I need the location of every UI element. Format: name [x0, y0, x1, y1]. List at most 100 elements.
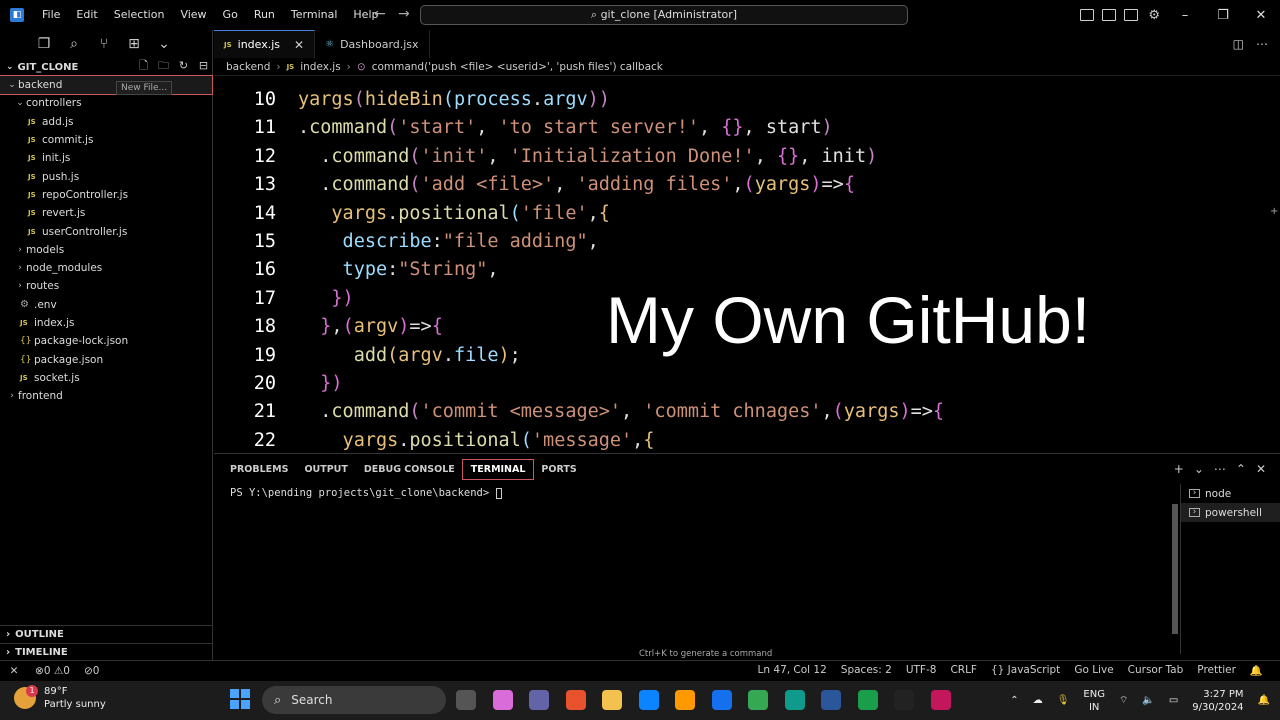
terminal-instance[interactable]: › node	[1181, 484, 1280, 503]
tree-item[interactable]: JS add.js	[0, 113, 212, 131]
close-window-button[interactable]: ✕	[1242, 8, 1280, 23]
tree-item[interactable]: ⚙ .env	[0, 296, 212, 314]
split-editor-icon[interactable]: ◫	[1233, 37, 1244, 51]
outline-section[interactable]: › OUTLINE	[0, 625, 213, 643]
taskbar-search[interactable]: ⌕ Search	[262, 686, 446, 714]
status-item[interactable]: Cursor Tab	[1121, 664, 1191, 677]
breadcrumb-item[interactable]: backend	[226, 61, 270, 73]
taskbar-app-icon[interactable]	[602, 690, 622, 710]
code-line[interactable]: 14 yargs.positional('file',{	[214, 200, 1280, 229]
taskbar-app-icon[interactable]	[857, 690, 878, 710]
tree-item[interactable]: {} package-lock.json	[0, 332, 212, 350]
code-line[interactable]: 13 .command('add <file>', 'adding files'…	[214, 171, 1280, 200]
taskbar-app-icon[interactable]	[821, 690, 841, 710]
search-icon[interactable]: ⌕	[66, 36, 82, 52]
terminal-instance[interactable]: › powershell	[1181, 503, 1280, 522]
panel-tab-debug-console[interactable]: DEBUG CONSOLE	[356, 460, 463, 479]
maximize-button[interactable]: ❐	[1204, 8, 1242, 23]
explorer-icon[interactable]: ❐	[36, 36, 52, 52]
more-actions-icon[interactable]: ⋯	[1256, 37, 1268, 51]
tree-item[interactable]: JS init.js	[0, 149, 212, 167]
source-control-icon[interactable]: ⑂	[96, 36, 112, 52]
problems-status[interactable]: ⊗0 ⚠0	[28, 665, 77, 677]
code-line[interactable]: 10 yargs(hideBin(process.argv))	[214, 86, 1280, 115]
menu-run[interactable]: Run	[246, 0, 283, 30]
code-editor[interactable]: 10 yargs(hideBin(process.argv)) 11 .command…	[214, 76, 1280, 452]
code-line[interactable]: 15 describe:"file adding",	[214, 228, 1280, 257]
chevron-up-icon[interactable]: ⌃	[1236, 462, 1246, 476]
menu-go[interactable]: Go	[215, 0, 246, 30]
tree-item[interactable]: JS repoController.js	[0, 186, 212, 204]
status-item[interactable]: Prettier	[1190, 664, 1243, 677]
arrow-left-icon[interactable]: ←	[374, 6, 386, 22]
toggle-sidebar-icon[interactable]	[1080, 9, 1095, 21]
chevron-down-icon[interactable]: ⌄	[1194, 462, 1204, 476]
tree-item[interactable]: JS revert.js	[0, 204, 212, 222]
taskbar-app-icon[interactable]	[748, 690, 768, 710]
arrow-right-icon[interactable]: →	[398, 6, 410, 22]
clock[interactable]: 3:27 PM 9/30/2024	[1192, 688, 1243, 714]
close-icon[interactable]: ✕	[1256, 462, 1266, 476]
chevron-down-icon[interactable]: ⌄	[156, 36, 172, 52]
taskbar-app-icon[interactable]	[529, 690, 549, 710]
status-item[interactable]: {} JavaScript	[984, 664, 1067, 677]
taskbar-app-icon[interactable]	[456, 690, 476, 710]
menu-file[interactable]: File	[34, 0, 68, 30]
tree-item[interactable]: › node_modules	[0, 259, 212, 277]
weather-widget[interactable]: 1 89°F Partly sunny	[14, 685, 106, 711]
tree-item[interactable]: › routes	[0, 277, 212, 295]
menu-edit[interactable]: Edit	[68, 0, 105, 30]
chevron-up-icon[interactable]: ⌃	[1010, 695, 1018, 706]
close-icon[interactable]: ✕	[294, 38, 304, 52]
wifi-icon[interactable]: ⌔	[1119, 694, 1128, 707]
code-line[interactable]: 21 .command('commit <message>', 'commit …	[214, 398, 1280, 427]
terminal-output[interactable]: PS Y:\pending projects\git_clone\backend…	[230, 487, 502, 499]
battery-icon[interactable]: ▭	[1169, 695, 1178, 706]
code-line[interactable]: 16 type:"String",	[214, 256, 1280, 285]
toggle-panel-icon[interactable]	[1102, 9, 1117, 21]
notification-bell-icon[interactable]: 🔔	[1243, 664, 1270, 677]
tree-item[interactable]: {} package.json	[0, 350, 212, 368]
tree-item[interactable]: JS commit.js	[0, 131, 212, 149]
code-line[interactable]: 12 .command('init', 'Initialization Done…	[214, 143, 1280, 172]
new-folder-icon[interactable]: 🗀	[157, 59, 170, 72]
plus-icon[interactable]: +	[1174, 462, 1184, 476]
refresh-icon[interactable]: ↻	[177, 59, 190, 72]
tab-index-js[interactable]: JS index.js ✕	[214, 30, 316, 58]
taskbar-app-icon[interactable]	[894, 690, 914, 710]
taskbar-app-icon[interactable]	[930, 690, 951, 710]
language-indicator[interactable]: ENG IN	[1083, 688, 1105, 714]
command-center[interactable]: ⌕ git_clone [Administrator]	[420, 5, 908, 25]
code-line[interactable]: 11 .command('start', 'to start server!' , …	[214, 114, 1280, 143]
taskbar-app-icon[interactable]	[565, 690, 586, 710]
breadcrumb-item[interactable]: index.js	[300, 61, 340, 73]
tree-item[interactable]: JS push.js	[0, 167, 212, 185]
minimize-button[interactable]: –	[1166, 8, 1204, 23]
status-item[interactable]: Ln 47, Col 12	[751, 664, 834, 677]
collapse-all-icon[interactable]: ⊟	[197, 59, 210, 72]
windows-start-icon[interactable]	[230, 689, 250, 709]
gear-icon[interactable]: ⚙	[1148, 8, 1160, 23]
taskbar-app-icon[interactable]	[492, 690, 513, 710]
tree-item[interactable]: ⌄ controllers	[0, 94, 212, 112]
panel-tab-problems[interactable]: PROBLEMS	[222, 460, 296, 479]
cloud-icon[interactable]: ☁	[1033, 695, 1043, 706]
taskbar-app-icon[interactable]	[711, 690, 732, 710]
status-item[interactable]: Spaces: 2	[834, 664, 899, 677]
panel-tab-output[interactable]: OUTPUT	[296, 460, 355, 479]
new-file-icon[interactable]: 🗋	[137, 59, 150, 72]
panel-tab-ports[interactable]: PORTS	[533, 460, 584, 479]
tree-item[interactable]: JS index.js	[0, 314, 212, 332]
remote-icon[interactable]: ✕	[0, 665, 28, 677]
status-item[interactable]: Go Live	[1067, 664, 1120, 677]
ports-status[interactable]: ⊘0	[77, 665, 107, 677]
tree-item[interactable]: ⌄ backend	[0, 74, 213, 96]
menu-terminal[interactable]: Terminal	[283, 0, 346, 30]
more-actions-icon[interactable]: ⋯	[1214, 462, 1226, 476]
volume-icon[interactable]: 🔈	[1142, 695, 1154, 706]
status-item[interactable]: UTF-8	[899, 664, 944, 677]
code-line[interactable]: 20 })	[214, 370, 1280, 399]
breadcrumb-item[interactable]: command('push <file> <userid>', 'push fi…	[372, 61, 663, 73]
tree-item[interactable]: JS socket.js	[0, 369, 212, 387]
tab-dashboard-jsx[interactable]: ⚛ Dashboard.jsx	[315, 30, 430, 58]
